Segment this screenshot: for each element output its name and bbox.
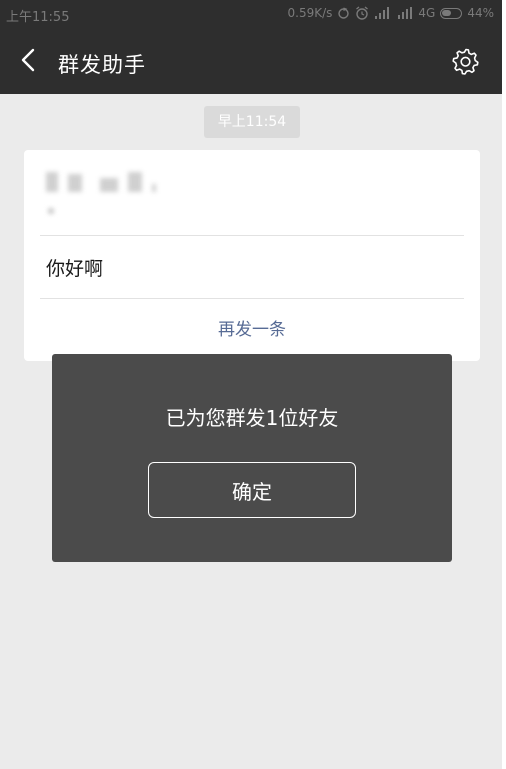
title-bar: 群发助手 xyxy=(0,28,502,94)
network-type: 4G xyxy=(418,6,436,20)
status-bar: 上午11:55 0.59K/s 4G 44% xyxy=(0,0,502,28)
message-text: 你好啊 xyxy=(46,258,104,280)
battery-percent: 44% xyxy=(467,6,494,20)
page-title: 群发助手 xyxy=(58,53,146,77)
message-timestamp: 早上11:54 xyxy=(204,106,300,138)
gear-icon[interactable] xyxy=(452,47,480,75)
divider xyxy=(40,235,464,236)
signal-icon xyxy=(375,7,390,19)
confirm-button[interactable]: 确定 xyxy=(148,462,356,518)
status-right-group: 0.59K/s 4G 44% xyxy=(288,6,495,20)
app-screen: 上午11:55 0.59K/s 4G 44% 群发助手 早上11:54 你好啊 … xyxy=(0,0,502,769)
dialog-message: 已为您群发1位好友 xyxy=(165,406,339,430)
divider xyxy=(40,298,464,299)
battery-icon xyxy=(440,7,463,19)
chevron-left-icon[interactable] xyxy=(16,45,42,75)
hd-signal-icon xyxy=(398,7,413,19)
result-dialog: 已为您群发1位好友 确定 xyxy=(52,354,452,562)
status-time: 上午11:55 xyxy=(6,10,70,25)
recipients-blurred xyxy=(46,172,156,192)
resend-button[interactable]: 再发一条 xyxy=(24,315,480,340)
broadcast-card: 你好啊 再发一条 xyxy=(24,150,480,361)
sync-icon xyxy=(338,6,350,19)
alarm-icon xyxy=(356,6,369,20)
network-speed: 0.59K/s xyxy=(287,6,333,20)
